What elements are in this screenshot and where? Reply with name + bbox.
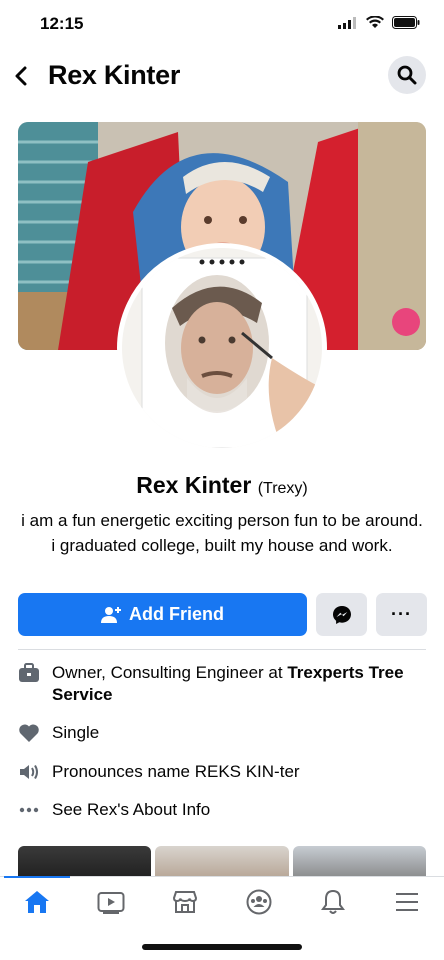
status-time: 12:15	[40, 14, 84, 33]
photo-thumbnail[interactable]	[292, 846, 426, 876]
tab-notifications[interactable]	[296, 877, 370, 926]
menu-icon	[396, 892, 418, 911]
info-pronunciation: Pronounces name REKS KIN-ter	[18, 761, 418, 783]
info-work-text: Owner, Consulting Engineer at Trexperts …	[52, 662, 418, 706]
groups-icon	[246, 889, 272, 914]
work-role: Owner, Consulting Engineer at	[52, 663, 288, 682]
tab-home[interactable]	[0, 876, 74, 926]
profile-bio: i am a fun energetic exciting person fun…	[21, 511, 423, 555]
speaker-icon[interactable]	[18, 761, 40, 783]
info-work: Owner, Consulting Engineer at Trexperts …	[18, 662, 418, 706]
info-relationship: Single	[18, 722, 418, 744]
home-icon	[25, 890, 49, 913]
pronunciation-text: Pronounces name REKS KIN-ter	[52, 762, 300, 781]
search-button[interactable]	[388, 56, 426, 94]
add-friend-button[interactable]: Add Friend	[18, 593, 307, 636]
add-friend-label: Add Friend	[129, 604, 224, 624]
message-button[interactable]	[316, 593, 367, 636]
signal-icon	[338, 16, 356, 29]
messenger-icon	[332, 605, 351, 624]
heart-icon	[18, 722, 40, 744]
watch-icon	[97, 891, 125, 914]
briefcase-icon	[18, 662, 40, 684]
more-dots-icon	[18, 799, 40, 821]
profile-name-text: Rex Kinter	[136, 472, 252, 498]
wifi-icon	[366, 16, 384, 28]
profile-nickname: (Trexy)	[257, 480, 308, 497]
add-person-icon	[101, 606, 121, 623]
relationship-text: Single	[52, 723, 100, 742]
status-bar: 12:15	[0, 0, 444, 50]
tab-groups[interactable]	[222, 877, 296, 926]
marketplace-icon	[172, 890, 198, 913]
about-info-link[interactable]: See Rex's About Info	[18, 799, 418, 821]
tab-watch[interactable]	[74, 877, 148, 926]
about-info-text: See Rex's About Info	[52, 800, 211, 819]
profile-header: Rex Kinter	[0, 50, 444, 106]
profile-name: Rex Kinter (Trexy)	[0, 472, 444, 499]
bottom-tab-bar	[0, 876, 444, 926]
back-button[interactable]	[10, 62, 32, 90]
section-divider	[18, 649, 426, 650]
photos-strip	[18, 846, 426, 876]
chevron-left-icon	[15, 66, 27, 86]
photo-thumbnail[interactable]	[155, 846, 289, 876]
photo-thumbnail[interactable]	[18, 846, 152, 876]
search-icon	[397, 65, 417, 85]
page-title: Rex Kinter	[48, 60, 181, 90]
notifications-icon	[321, 889, 345, 914]
tab-menu[interactable]	[370, 877, 444, 926]
home-indicator	[142, 944, 302, 950]
status-icons	[338, 16, 420, 29]
profile-avatar[interactable]	[117, 243, 327, 453]
more-options-button[interactable]: ···	[376, 593, 427, 636]
battery-icon	[392, 16, 420, 29]
tab-marketplace[interactable]	[148, 877, 222, 926]
